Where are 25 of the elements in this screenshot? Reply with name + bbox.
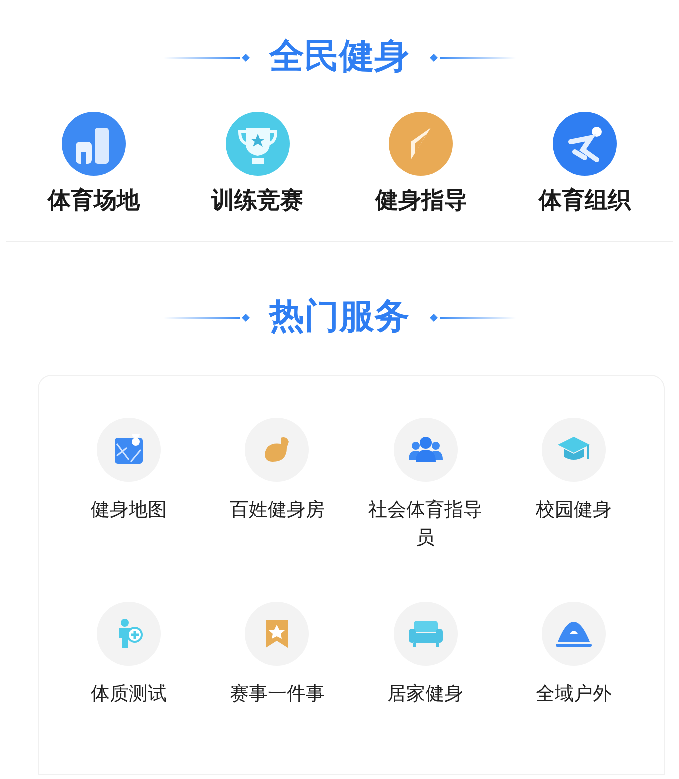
arrow-line-icon <box>164 312 250 322</box>
service-button[interactable]: 健身地图 <box>55 418 204 578</box>
runner-icon <box>553 112 618 176</box>
map-icon <box>113 434 146 466</box>
service-button[interactable]: 百姓健身房 <box>203 418 352 578</box>
arrow-line-icon <box>430 52 516 62</box>
service-button[interactable]: 赛事一件事 <box>203 602 352 762</box>
sofa-icon <box>408 620 444 648</box>
trophy-icon <box>226 112 290 176</box>
category-button[interactable]: 健身指导 <box>375 112 468 213</box>
star-ribbon-icon <box>264 618 290 650</box>
service-button[interactable]: 全域户外 <box>500 602 648 762</box>
tent-icon <box>554 620 594 648</box>
category-button[interactable]: 训练竞赛 <box>212 112 304 213</box>
service-button[interactable]: 体质测试 <box>55 602 204 762</box>
arrow-line-icon <box>430 312 516 322</box>
service-button[interactable]: 居家健身 <box>352 602 500 762</box>
building-icon <box>62 112 126 176</box>
arrow-line-icon <box>164 52 250 62</box>
section-title: 全民健身 <box>270 40 410 75</box>
service-button[interactable]: 校园健身 <box>500 418 648 578</box>
category-button[interactable]: 体育组织 <box>539 112 632 213</box>
category-button[interactable]: 体育场地 <box>48 112 140 213</box>
section-title: 热门服务 <box>270 300 410 335</box>
service-button[interactable]: 社会体育指导员 <box>352 418 500 578</box>
